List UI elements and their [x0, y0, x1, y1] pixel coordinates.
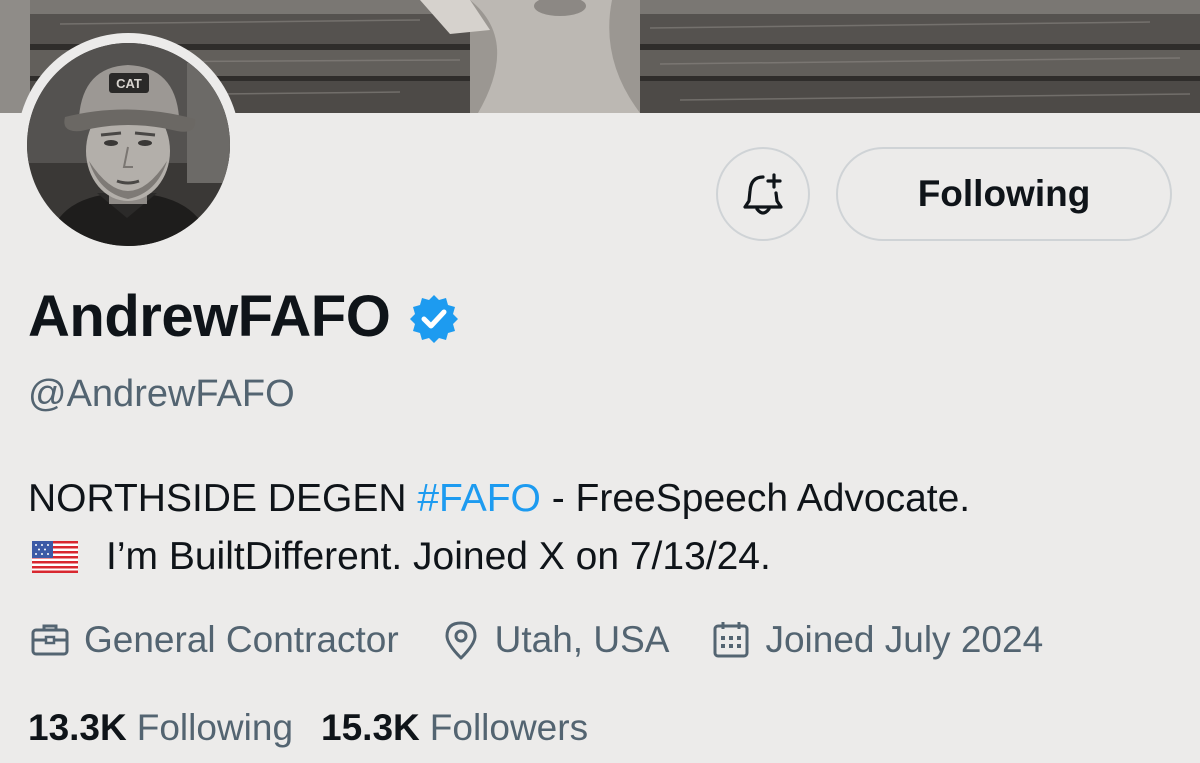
occupation-item: General Contractor — [28, 612, 399, 668]
bio-text: NORTHSIDE DEGEN — [28, 477, 407, 520]
bio-line-2: I’m BuiltDifferent. Joined X on 7/13/24. — [28, 528, 1188, 586]
avatar-photo: CAT — [27, 43, 230, 246]
briefcase-icon — [31, 624, 69, 656]
following-button[interactable]: Following — [836, 147, 1172, 241]
notify-button[interactable] — [716, 147, 810, 241]
following-count-link[interactable]: 13.3K Following — [28, 700, 293, 756]
name-row: AndrewFAFO — [28, 280, 460, 354]
followers-count-link[interactable]: 15.3K Followers — [321, 700, 588, 756]
bio-line-1: NORTHSIDE DEGEN #FAFO - FreeSpeech Advoc… — [28, 470, 1188, 528]
verified-badge-icon[interactable] — [408, 293, 460, 345]
following-label: Following — [136, 707, 294, 748]
avatar[interactable]: CAT — [17, 33, 240, 256]
occupation-text: General Contractor — [84, 619, 399, 660]
follow-counts: 13.3K Following 15.3K Followers — [28, 700, 616, 756]
profile-meta: General Contractor Utah, USA Joined July… — [28, 612, 1043, 668]
joined-text: Joined July 2024 — [765, 619, 1044, 660]
display-name: AndrewFAFO — [28, 284, 391, 349]
us-flag-icon — [32, 541, 78, 573]
hashtag-link[interactable]: #FAFO — [417, 470, 541, 528]
followers-count: 15.3K — [321, 707, 420, 748]
location-text: Utah, USA — [494, 619, 670, 660]
location-item: Utah, USA — [439, 612, 670, 668]
calendar-icon — [713, 622, 749, 658]
user-handle: @AndrewFAFO — [28, 373, 295, 415]
joined-item: Joined July 2024 — [709, 612, 1043, 668]
profile-page: CAT Following AndrewFAFO @AndrewFAFO NOR… — [0, 0, 1200, 763]
bell-plus-icon — [743, 173, 783, 215]
bio: NORTHSIDE DEGEN #FAFO - FreeSpeech Advoc… — [28, 470, 1188, 586]
location-pin-icon — [445, 621, 477, 660]
bio-text: - FreeSpeech Advocate. — [551, 477, 971, 520]
cap-logo-text: CAT — [116, 76, 142, 91]
followers-label: Followers — [429, 707, 589, 748]
bio-text: I’m BuiltDifferent. Joined X on 7/13/24. — [106, 535, 771, 578]
following-count: 13.3K — [28, 707, 127, 748]
